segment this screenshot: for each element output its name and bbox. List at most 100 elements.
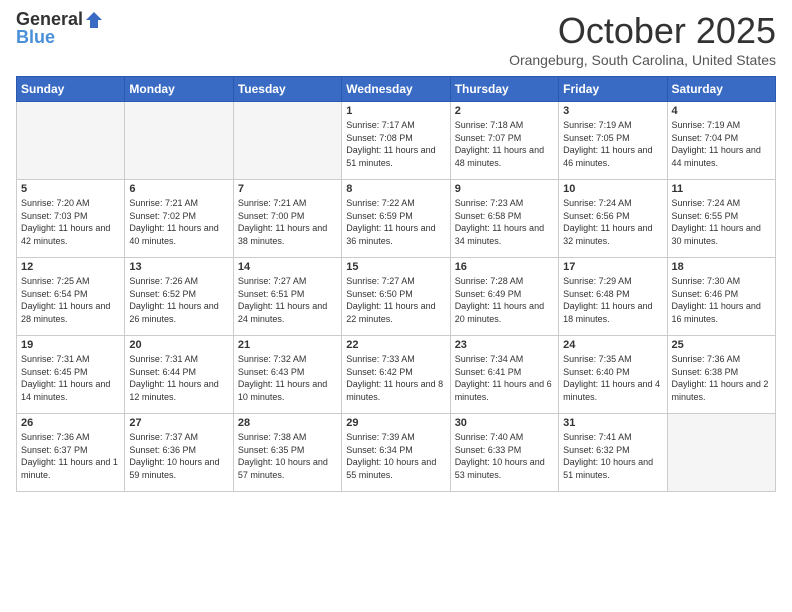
month-title: October 2025	[509, 10, 776, 52]
calendar-cell	[17, 102, 125, 180]
day-number: 19	[21, 339, 120, 351]
day-number: 22	[346, 339, 445, 351]
calendar-cell: 30Sunrise: 7:40 AM Sunset: 6:33 PM Dayli…	[450, 414, 558, 492]
day-info: Sunrise: 7:36 AM Sunset: 6:38 PM Dayligh…	[672, 353, 771, 403]
day-info: Sunrise: 7:29 AM Sunset: 6:48 PM Dayligh…	[563, 275, 662, 325]
day-number: 30	[455, 417, 554, 429]
day-info: Sunrise: 7:21 AM Sunset: 7:02 PM Dayligh…	[129, 197, 228, 247]
day-number: 11	[672, 183, 771, 195]
calendar-table: Sunday Monday Tuesday Wednesday Thursday…	[16, 76, 776, 492]
day-info: Sunrise: 7:26 AM Sunset: 6:52 PM Dayligh…	[129, 275, 228, 325]
day-info: Sunrise: 7:38 AM Sunset: 6:35 PM Dayligh…	[238, 431, 337, 481]
day-number: 15	[346, 261, 445, 273]
day-info: Sunrise: 7:30 AM Sunset: 6:46 PM Dayligh…	[672, 275, 771, 325]
calendar-cell: 28 Sunrise: 7:38 AM Sunset: 6:35 PM Dayli…	[233, 414, 341, 492]
calendar-cell: 19 Sunrise: 7:31 AM Sunset: 6:45 PM Dayli…	[17, 336, 125, 414]
calendar-cell: 3 Sunrise: 7:19 AM Sunset: 7:05 PM Daylig…	[559, 102, 667, 180]
day-info: Sunrise: 7:24 AM Sunset: 6:56 PM Dayligh…	[563, 197, 662, 247]
day-number: 13	[129, 261, 228, 273]
calendar-cell: 16 Sunrise: 7:28 AM Sunset: 6:49 PM Dayli…	[450, 258, 558, 336]
title-section: October 2025 Orangeburg, South Carolina,…	[509, 10, 776, 68]
day-info: Sunrise: 7:34 AM Sunset: 6:41 PM Dayligh…	[455, 353, 554, 403]
col-thursday: Thursday	[450, 77, 558, 102]
calendar-cell: 18Sunrise: 7:30 AM Sunset: 6:46 PM Dayli…	[667, 258, 775, 336]
day-info: Sunrise: 7:41 AM Sunset: 6:32 PM Dayligh…	[563, 431, 662, 481]
calendar-cell: 5 Sunrise: 7:20 AM Sunset: 7:03 PM Daylig…	[17, 180, 125, 258]
calendar-cell: 20 Sunrise: 7:31 AM Sunset: 6:44 PM Dayli…	[125, 336, 233, 414]
day-number: 10	[563, 183, 662, 195]
day-info: Sunrise: 7:36 AM Sunset: 6:37 PM Dayligh…	[21, 431, 120, 481]
day-info: Sunrise: 7:32 AM Sunset: 6:43 PM Dayligh…	[238, 353, 337, 403]
calendar-cell	[125, 102, 233, 180]
day-number: 2	[455, 105, 554, 117]
day-info: Sunrise: 7:39 AM Sunset: 6:34 PM Dayligh…	[346, 431, 445, 481]
day-info: Sunrise: 7:33 AM Sunset: 6:42 PM Dayligh…	[346, 353, 445, 403]
day-number: 14	[238, 261, 337, 273]
day-number: 31	[563, 417, 662, 429]
day-number: 6	[129, 183, 228, 195]
calendar-cell: 31 Sunrise: 7:41 AM Sunset: 6:32 PM Dayli…	[559, 414, 667, 492]
day-info: Sunrise: 7:27 AM Sunset: 6:50 PM Dayligh…	[346, 275, 445, 325]
day-info: Sunrise: 7:31 AM Sunset: 6:45 PM Dayligh…	[21, 353, 120, 403]
calendar-cell: 25Sunrise: 7:36 AM Sunset: 6:38 PM Dayli…	[667, 336, 775, 414]
calendar-cell: 27Sunrise: 7:37 AM Sunset: 6:36 PM Dayli…	[125, 414, 233, 492]
col-monday: Monday	[125, 77, 233, 102]
calendar-cell	[667, 414, 775, 492]
day-number: 21	[238, 339, 337, 351]
day-number: 28	[238, 417, 337, 429]
calendar-cell: 23 Sunrise: 7:34 AM Sunset: 6:41 PM Dayli…	[450, 336, 558, 414]
col-wednesday: Wednesday	[342, 77, 450, 102]
calendar-week-1: 1Sunrise: 7:17 AM Sunset: 7:08 PM Daylig…	[17, 102, 776, 180]
calendar-cell: 24 Sunrise: 7:35 AM Sunset: 6:40 PM Dayli…	[559, 336, 667, 414]
calendar-cell: 13 Sunrise: 7:26 AM Sunset: 6:52 PM Dayli…	[125, 258, 233, 336]
day-number: 7	[238, 183, 337, 195]
day-number: 16	[455, 261, 554, 273]
calendar-cell: 17 Sunrise: 7:29 AM Sunset: 6:48 PM Dayli…	[559, 258, 667, 336]
calendar-cell: 11Sunrise: 7:24 AM Sunset: 6:55 PM Dayli…	[667, 180, 775, 258]
calendar-cell: 9 Sunrise: 7:23 AM Sunset: 6:58 PM Daylig…	[450, 180, 558, 258]
day-number: 20	[129, 339, 228, 351]
day-info: Sunrise: 7:17 AM Sunset: 7:08 PM Dayligh…	[346, 119, 445, 169]
calendar-cell: 29 Sunrise: 7:39 AM Sunset: 6:34 PM Dayli…	[342, 414, 450, 492]
day-number: 3	[563, 105, 662, 117]
calendar-week-5: 26Sunrise: 7:36 AM Sunset: 6:37 PM Dayli…	[17, 414, 776, 492]
header: General Blue October 2025 Orangeburg, So…	[16, 10, 776, 68]
day-number: 29	[346, 417, 445, 429]
calendar-cell: 21 Sunrise: 7:32 AM Sunset: 6:43 PM Dayli…	[233, 336, 341, 414]
day-info: Sunrise: 7:28 AM Sunset: 6:49 PM Dayligh…	[455, 275, 554, 325]
location-title: Orangeburg, South Carolina, United State…	[509, 52, 776, 68]
col-friday: Friday	[559, 77, 667, 102]
calendar-cell: 22 Sunrise: 7:33 AM Sunset: 6:42 PM Dayli…	[342, 336, 450, 414]
day-number: 9	[455, 183, 554, 195]
day-number: 4	[672, 105, 771, 117]
day-number: 24	[563, 339, 662, 351]
day-number: 17	[563, 261, 662, 273]
calendar-week-4: 19 Sunrise: 7:31 AM Sunset: 6:45 PM Dayli…	[17, 336, 776, 414]
page-container: General Blue October 2025 Orangeburg, So…	[0, 0, 792, 502]
day-info: Sunrise: 7:19 AM Sunset: 7:05 PM Dayligh…	[563, 119, 662, 169]
calendar-cell: 12Sunrise: 7:25 AM Sunset: 6:54 PM Dayli…	[17, 258, 125, 336]
col-saturday: Saturday	[667, 77, 775, 102]
day-number: 12	[21, 261, 120, 273]
calendar-cell: 15 Sunrise: 7:27 AM Sunset: 6:50 PM Dayli…	[342, 258, 450, 336]
day-number: 8	[346, 183, 445, 195]
day-info: Sunrise: 7:22 AM Sunset: 6:59 PM Dayligh…	[346, 197, 445, 247]
day-info: Sunrise: 7:23 AM Sunset: 6:58 PM Dayligh…	[455, 197, 554, 247]
logo-icon	[84, 10, 104, 30]
calendar-week-2: 5 Sunrise: 7:20 AM Sunset: 7:03 PM Daylig…	[17, 180, 776, 258]
day-number: 5	[21, 183, 120, 195]
calendar-cell: 2Sunrise: 7:18 AM Sunset: 7:07 PM Daylig…	[450, 102, 558, 180]
calendar-cell: 26Sunrise: 7:36 AM Sunset: 6:37 PM Dayli…	[17, 414, 125, 492]
day-number: 23	[455, 339, 554, 351]
calendar-cell: 4 Sunrise: 7:19 AM Sunset: 7:04 PM Daylig…	[667, 102, 775, 180]
day-info: Sunrise: 7:35 AM Sunset: 6:40 PM Dayligh…	[563, 353, 662, 403]
logo: General Blue	[16, 10, 104, 46]
day-info: Sunrise: 7:19 AM Sunset: 7:04 PM Dayligh…	[672, 119, 771, 169]
col-tuesday: Tuesday	[233, 77, 341, 102]
day-info: Sunrise: 7:31 AM Sunset: 6:44 PM Dayligh…	[129, 353, 228, 403]
logo-blue-text: Blue	[16, 28, 55, 46]
day-info: Sunrise: 7:27 AM Sunset: 6:51 PM Dayligh…	[238, 275, 337, 325]
day-info: Sunrise: 7:21 AM Sunset: 7:00 PM Dayligh…	[238, 197, 337, 247]
day-info: Sunrise: 7:20 AM Sunset: 7:03 PM Dayligh…	[21, 197, 120, 247]
calendar-cell: 1Sunrise: 7:17 AM Sunset: 7:08 PM Daylig…	[342, 102, 450, 180]
